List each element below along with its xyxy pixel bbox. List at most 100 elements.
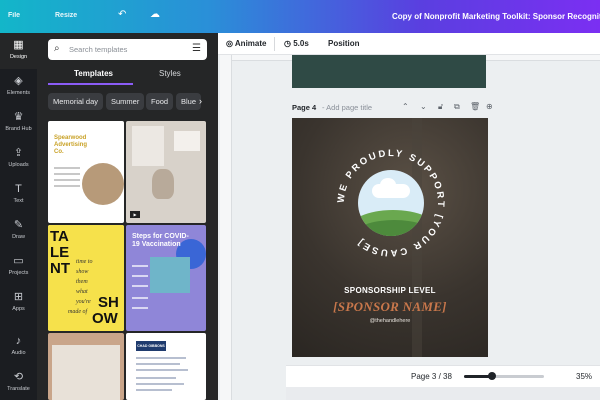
rail-item-label: Elements: [7, 90, 30, 96]
ring-text-path: WE PROUDLY SUPPORT [YOUR CAUSE]: [336, 148, 444, 258]
template-script-text: them: [76, 279, 88, 285]
shapes-icon: ◈: [14, 75, 23, 87]
rail-item-label: Translate: [7, 386, 30, 392]
filter-icon[interactable]: ☰: [192, 43, 201, 54]
document-title[interactable]: Copy of Nonprofit Marketing Toolkit: Spo…: [392, 12, 600, 21]
panel-tabs: Templates Styles: [48, 69, 207, 85]
template-photo: [52, 345, 120, 400]
animate-icon: ◎: [226, 39, 235, 48]
vertical-ruler: [220, 55, 232, 400]
template-photo: [152, 169, 174, 199]
rail-item-elements[interactable]: ◈ Elements: [0, 69, 37, 105]
chevron-right-icon[interactable]: ›: [199, 96, 202, 106]
rail-item-draw[interactable]: ✎ Draw: [0, 213, 37, 249]
template-text-line: [132, 285, 148, 287]
rail-item-label: Design: [9, 54, 28, 60]
bottom-fade: [286, 387, 600, 400]
chevron-up-icon[interactable]: ⌃: [402, 102, 409, 111]
template-text-line: [132, 275, 148, 277]
social-handle-text[interactable]: @thehandlehere: [292, 318, 488, 324]
design-canvas: Page 4 - Add page title ⌃ ⌄ 🔓︎ ⧉ 🗑︎ ⊕ WE…: [218, 55, 600, 400]
template-text-line: [136, 383, 184, 385]
page-indicator[interactable]: Page 3 / 38: [411, 372, 452, 381]
file-menu[interactable]: File: [8, 12, 20, 19]
rail-item-apps[interactable]: ⊞ Apps: [0, 285, 37, 321]
zoom-slider-handle[interactable]: [488, 372, 496, 380]
translate-icon: ⟲: [13, 371, 24, 383]
add-page-icon[interactable]: ⊕: [486, 102, 493, 111]
template-text-line: [54, 173, 80, 175]
template-photo: [174, 131, 200, 151]
sponsor-name-text[interactable]: [SPONSOR NAME]: [292, 299, 488, 315]
previous-page-preview[interactable]: [292, 55, 486, 88]
resize-menu[interactable]: Resize: [55, 12, 77, 19]
toolbar-divider: [274, 37, 275, 51]
position-button[interactable]: Position: [328, 39, 360, 48]
template-text-line: [132, 265, 148, 267]
template-text-line: [136, 369, 188, 371]
chip-blue[interactable]: Blue: [176, 93, 202, 110]
duration-button[interactable]: ◷ 5.0s: [284, 39, 309, 48]
template-word: TA: [50, 228, 69, 245]
templates-panel: ⌕ Search templates ☰ Templates Styles Me…: [37, 33, 218, 400]
chip-food[interactable]: Food: [146, 93, 174, 110]
folder-icon: ▭: [13, 255, 24, 267]
rail-item-uploads[interactable]: ⇪ Uploads: [0, 141, 37, 177]
rail-item-translate[interactable]: ⟲ Translate: [0, 365, 37, 400]
template-text-line: [132, 297, 148, 299]
template-text-line: [136, 389, 172, 391]
rail-item-projects[interactable]: ▭ Projects: [0, 249, 37, 285]
animate-button[interactable]: ◎ Animate: [226, 39, 266, 48]
zoom-value[interactable]: 35%: [576, 372, 592, 381]
circular-text[interactable]: WE PROUDLY SUPPORT [YOUR CAUSE]: [336, 148, 446, 258]
template-thumbnail[interactable]: Spearwood Advertising Co.: [48, 121, 124, 223]
duplicate-icon[interactable]: ⧉: [454, 102, 460, 112]
template-photo: [82, 163, 124, 205]
template-word: SH: [98, 294, 119, 311]
template-text-line: [54, 185, 80, 187]
search-input[interactable]: Search templates: [69, 45, 127, 54]
rail-item-text[interactable]: T Text: [0, 177, 37, 213]
editor-toolbar: ◎ Animate ◷ 5.0s Position: [218, 33, 600, 55]
template-thumbnail[interactable]: Steps for COVID-19 Vaccination: [126, 225, 206, 331]
template-photo: [150, 257, 190, 293]
tab-styles[interactable]: Styles: [159, 69, 181, 78]
zoom-slider[interactable]: [464, 372, 544, 380]
video-badge-icon: ▶: [130, 211, 140, 218]
chip-summer[interactable]: Summer: [106, 93, 145, 110]
rail-item-label: Uploads: [8, 162, 29, 168]
clock-icon: ◷: [284, 39, 294, 48]
template-thumbnail[interactable]: TA LE NT time to show them what you're m…: [48, 225, 124, 331]
chevron-down-icon[interactable]: ⌄: [420, 102, 427, 111]
template-heading: Steps for COVID-19 Vaccination: [132, 233, 189, 248]
template-text-line: [136, 377, 176, 379]
rail-item-design[interactable]: ▦ Design: [0, 33, 37, 69]
add-page-title[interactable]: - Add page title: [322, 103, 372, 112]
template-word: OW: [92, 310, 118, 327]
layout-icon: ▦: [13, 39, 24, 51]
music-icon: ♪: [15, 335, 22, 347]
trash-icon[interactable]: 🗑︎: [470, 102, 480, 111]
template-thumbnail[interactable]: CHAD GIBBONS: [126, 333, 206, 400]
sponsorship-level-text[interactable]: SPONSORSHIP LEVEL: [292, 286, 488, 295]
rail-item-audio[interactable]: ♪ Audio: [0, 329, 37, 365]
chip-memorial-day[interactable]: Memorial day: [48, 93, 104, 110]
template-thumbnail[interactable]: [48, 333, 124, 400]
template-text-line: [54, 179, 80, 181]
ring-text: WE PROUDLY SUPPORT [YOUR CAUSE]: [336, 148, 446, 258]
rail-item-brand-hub[interactable]: ♛ Brand Hub: [0, 105, 37, 141]
design-page[interactable]: WE PROUDLY SUPPORT [YOUR CAUSE] SPONSORS…: [292, 118, 488, 357]
tab-templates[interactable]: Templates: [74, 69, 113, 78]
bottom-bar: Page 3 / 38 35%: [286, 365, 600, 387]
text-icon: T: [15, 183, 22, 195]
pen-icon: ✎: [13, 219, 24, 231]
undo-icon[interactable]: ↶: [118, 9, 132, 23]
cloud-sync-icon[interactable]: ☁: [150, 9, 164, 23]
left-rail: ▦ Design ◈ Elements ♛ Brand Hub ⇪ Upload…: [0, 33, 37, 400]
search-box[interactable]: ⌕ Search templates ☰: [48, 39, 207, 60]
rail-item-label: Text: [13, 198, 24, 204]
lock-icon[interactable]: 🔓︎: [438, 102, 443, 112]
template-thumbnail[interactable]: ▶: [126, 121, 206, 223]
template-word: LE: [50, 244, 70, 261]
template-script-text: time to: [76, 259, 93, 265]
